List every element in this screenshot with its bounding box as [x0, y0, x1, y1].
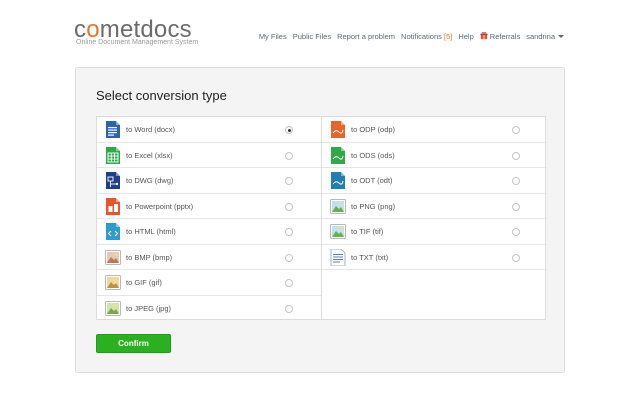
conversion-radio[interactable] — [285, 126, 293, 134]
conversion-option-label: to PNG (png) — [351, 201, 396, 211]
jpeg-image-icon — [105, 300, 121, 317]
conversion-option-label: to BMP (bmp) — [126, 252, 173, 262]
conversion-option[interactable]: to ODT (odt) — [322, 168, 547, 194]
conversion-panel: Select conversion type to Word (docx) to … — [75, 67, 565, 373]
dwg-icon — [105, 172, 121, 189]
conversion-radio[interactable] — [285, 228, 293, 236]
conversion-radio[interactable] — [285, 202, 293, 211]
options-column-left: to Word (docx) to Excel (xlsx) to DWG (dwg… — [97, 117, 322, 319]
conversion-option[interactable]: to PNG (png) — [322, 194, 547, 219]
conversion-options: to Word (docx) to Excel (xlsx) to DWG (dwg… — [96, 116, 547, 320]
nav-my-files[interactable]: My Files — [259, 32, 287, 41]
gift-icon — [480, 32, 488, 40]
conversion-radio[interactable] — [512, 253, 520, 262]
conversion-radio[interactable] — [285, 253, 293, 262]
conversion-radio[interactable] — [285, 279, 293, 287]
conversion-radio[interactable] — [512, 202, 520, 211]
conversion-option-label: to ODT (odt) — [351, 176, 393, 185]
conversion-radio[interactable] — [285, 304, 293, 313]
tif-image-icon — [330, 223, 346, 240]
confirm-button[interactable]: Confirm — [96, 334, 171, 353]
conversion-option-label: to TIF (tif) — [351, 227, 384, 236]
conversion-option[interactable]: to TXT (txt) — [322, 245, 547, 270]
conversion-option-label: to Powerpoint (pptx) — [126, 201, 194, 211]
bmp-image-icon — [105, 249, 121, 266]
conversion-radio[interactable] — [512, 151, 520, 160]
options-column-right: to ODP (odp) to ODS (ods) to ODT (odt) to P… — [322, 117, 547, 319]
conversion-option-label: to ODP (odp) — [351, 125, 396, 134]
conversion-option-label: to Word (docx) — [126, 125, 176, 134]
conversion-option-label: to DWG (dwg) — [126, 176, 174, 185]
conversion-option[interactable]: to JPEG (jpg) — [97, 296, 321, 322]
conversion-option[interactable]: to TIF (tif) — [322, 219, 547, 245]
nav-public-files[interactable]: Public Files — [293, 32, 331, 41]
conversion-option-label: to JPEG (jpg) — [126, 303, 172, 313]
conversion-radio[interactable] — [285, 151, 293, 160]
nav-notifications[interactable]: Notifications [5] — [401, 32, 452, 41]
top-navigation: My Files Public Files Report a problem N… — [259, 32, 564, 41]
conversion-option-label: to GIF (gif) — [126, 278, 162, 287]
nav-help[interactable]: Help — [458, 32, 473, 41]
username: sandrina — [526, 32, 555, 41]
user-menu[interactable]: sandrina — [526, 32, 564, 41]
notifications-label: Notifications — [401, 32, 442, 41]
odp-icon — [330, 121, 346, 138]
logo-tagline: Online Document Management System — [76, 39, 199, 46]
html-icon — [105, 223, 121, 240]
notifications-badge: [5] — [444, 32, 453, 41]
conversion-option[interactable]: to Excel (xlsx) — [97, 143, 321, 168]
nav-referrals[interactable]: Referrals — [480, 32, 520, 41]
conversion-option[interactable]: to ODP (odp) — [322, 117, 547, 143]
conversion-option[interactable]: to ODS (ods) — [322, 143, 547, 168]
page-title: Select conversion type — [96, 88, 227, 103]
ods-icon — [330, 146, 346, 164]
odt-icon — [330, 172, 346, 189]
conversion-radio[interactable] — [285, 177, 293, 185]
referrals-label: Referrals — [489, 32, 521, 41]
png-image-icon — [330, 198, 346, 215]
excel-icon — [105, 146, 121, 164]
nav-report-problem[interactable]: Report a problem — [337, 32, 395, 41]
conversion-option[interactable]: to Powerpoint (pptx) — [97, 194, 321, 219]
conversion-option[interactable]: to DWG (dwg) — [97, 168, 321, 194]
conversion-option-label: to TXT (txt) — [351, 252, 389, 262]
cometdocs-logo[interactable]: cometdocs Online Document Management Sys… — [74, 18, 198, 47]
txt-icon — [330, 248, 346, 266]
conversion-radio[interactable] — [512, 126, 520, 134]
conversion-option[interactable]: to Word (docx) — [97, 117, 321, 143]
chevron-down-icon — [558, 35, 564, 38]
conversion-radio[interactable] — [512, 177, 520, 185]
gif-image-icon — [105, 274, 121, 291]
conversion-option[interactable]: to BMP (bmp) — [97, 245, 321, 270]
conversion-option[interactable]: to HTML (html) — [97, 219, 321, 245]
word-icon — [105, 121, 121, 138]
conversion-option-label: to HTML (html) — [126, 227, 176, 236]
conversion-option-label: to Excel (xlsx) — [126, 150, 173, 160]
conversion-radio[interactable] — [512, 228, 520, 236]
conversion-option[interactable]: to GIF (gif) — [97, 270, 321, 296]
powerpoint-icon — [105, 197, 121, 215]
conversion-option-label: to ODS (ods) — [351, 150, 395, 160]
